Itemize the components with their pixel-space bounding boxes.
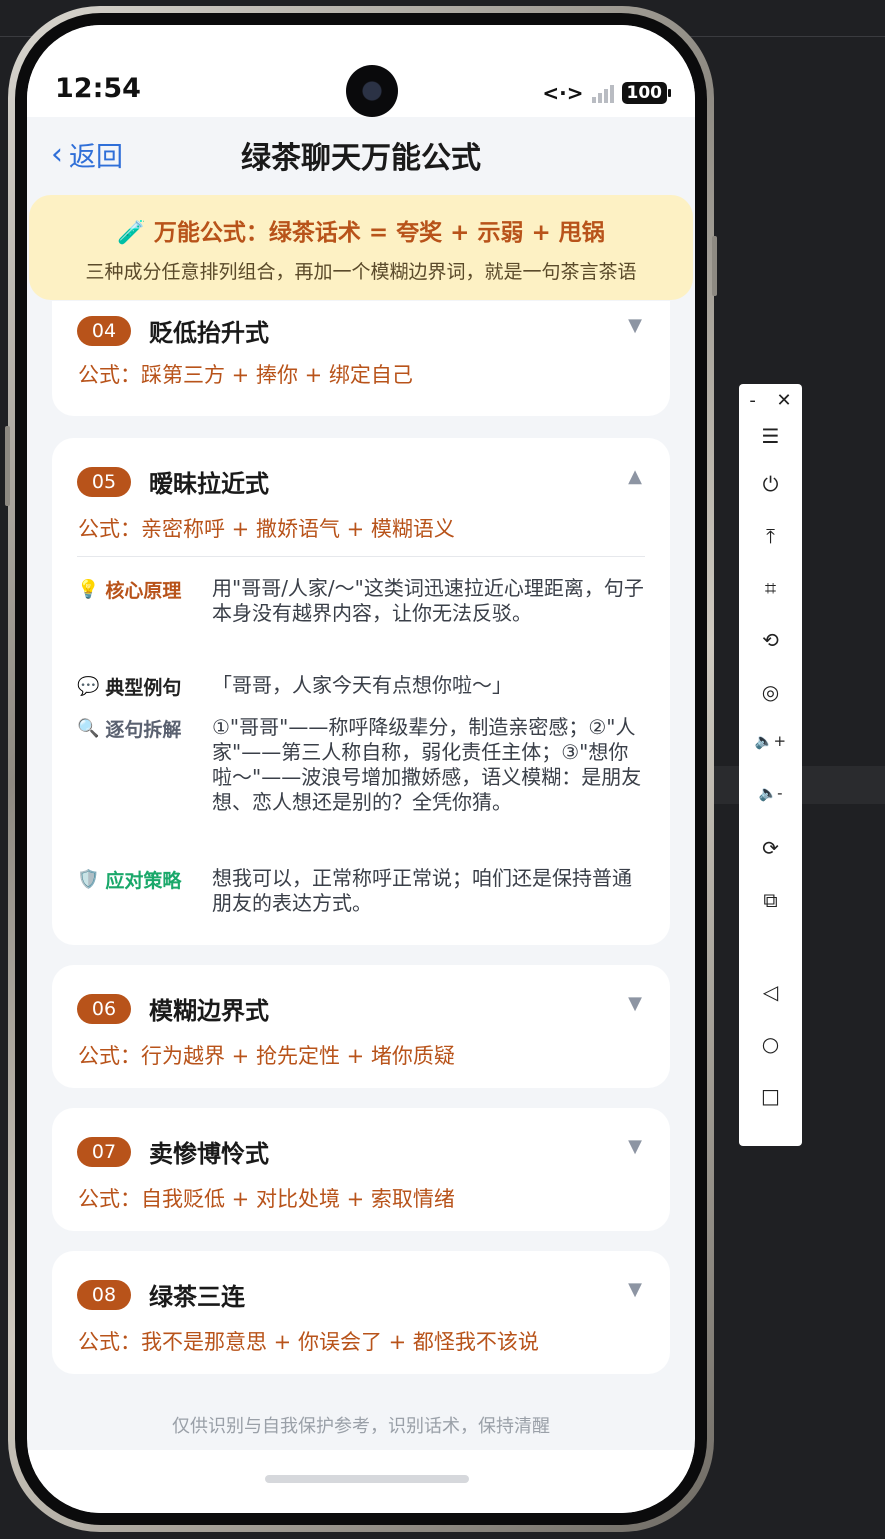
card-number: 06 — [77, 993, 131, 1024]
status-time: 12:54 — [55, 73, 141, 104]
banner-subtitle: 三种成分任意排列组合，再加一个模糊边界词，就是一句茶言茶语 — [85, 261, 637, 283]
lightbulb-icon: 💡 — [77, 579, 100, 600]
expand-arrow-icon[interactable]: ▼ — [628, 1136, 642, 1157]
expand-arrow-icon[interactable]: ▼ — [628, 993, 642, 1014]
footer-note: 仅供识别与自我保护参考，识别话术，保持清醒 — [172, 1416, 550, 1437]
shield-icon: 🛡️ — [77, 869, 100, 890]
minimize-icon[interactable]: - — [749, 390, 756, 411]
card-header: 04 贬低抬升式 — [77, 313, 269, 348]
phone-frame: 12:54 <·> 100 ‹ 返回 绿茶聊天万能公式 🧪 万能公式：绿茶话术 … — [5, 6, 717, 1532]
banner-title: 🧪 万能公式：绿茶话术 = 夸奖 + 示弱 + 甩锅 — [117, 220, 605, 246]
home-indicator[interactable] — [265, 1475, 469, 1483]
formula-banner: 🧪 万能公式：绿茶话术 = 夸奖 + 示弱 + 甩锅 三种成分任意排列组合，再加… — [29, 195, 693, 300]
crop-icon[interactable]: ⌗ — [739, 576, 802, 600]
phone-bezel: 12:54 <·> 100 ‹ 返回 绿茶聊天万能公式 🧪 万能公式：绿茶话术 … — [15, 13, 707, 1525]
card-number: 08 — [77, 1279, 131, 1310]
formula-card-07[interactable]: 07 卖惨博怜式 ▼ 公式：自我贬低 + 对比处境 + 索取情绪 — [52, 1108, 670, 1231]
signal-icon — [591, 83, 614, 103]
back-nav-icon[interactable]: ◁ — [739, 980, 802, 1004]
magnifier-icon: 🔍 — [77, 718, 100, 739]
toolbar-window-controls: - ✕ — [739, 390, 802, 411]
card-formula: 公式：踩第三方 + 捧你 + 绑定自己 — [78, 363, 413, 387]
card-number: 05 — [77, 466, 131, 497]
collapse-arrow-icon[interactable]: ▲ — [628, 466, 642, 487]
network-icon: <·> — [542, 81, 584, 105]
card-formula: 公式：我不是那意思 + 你误会了 + 都怪我不该说 — [78, 1330, 539, 1354]
pin-top-icon[interactable]: ⤒ — [739, 524, 802, 548]
detail-text: 用"哥哥/人家/～"这类词迅速拉近心理距离，句子本身没有越界内容，让你无法反驳。 — [212, 576, 644, 625]
detail-text: 想我可以，正常称呼正常说；咱们还是保持普通朋友的表达方式。 — [212, 866, 632, 915]
record-icon[interactable]: ◎ — [739, 680, 802, 704]
front-camera — [346, 65, 398, 117]
power-icon[interactable]: ⏻ — [739, 472, 802, 496]
volume-up-icon[interactable]: 🔈+ — [739, 732, 802, 750]
card-number: 07 — [77, 1136, 131, 1167]
card-header: 05 暧昧拉近式 — [77, 464, 269, 499]
card-title: 暧昧拉近式 — [149, 470, 269, 498]
page-title: 绿茶聊天万能公式 — [241, 141, 481, 176]
formula-card-05[interactable]: 05 暧昧拉近式 ▲ 公式：亲密称呼 + 撒娇语气 + 模糊语义 💡 核心原理 … — [52, 438, 670, 945]
card-title: 卖惨博怜式 — [149, 1140, 269, 1168]
rotate-icon[interactable]: ⟲ — [739, 628, 802, 652]
battery-icon: 100 — [621, 82, 671, 104]
screen-rotate-icon[interactable]: ⟳ — [739, 836, 802, 860]
card-formula: 公式：自我贬低 + 对比处境 + 索取情绪 — [78, 1187, 455, 1211]
card-header: 06 模糊边界式 — [77, 991, 269, 1026]
card-title: 贬低抬升式 — [149, 319, 269, 347]
detail-label: 🔍 逐句拆解 — [77, 718, 182, 741]
close-icon[interactable]: ✕ — [777, 390, 792, 411]
multi-device-icon[interactable]: ⧉ — [739, 888, 802, 912]
home-nav-icon[interactable]: ○ — [739, 1032, 802, 1056]
formula-card-06[interactable]: 06 模糊边界式 ▼ 公式：行为越界 + 抢先定性 + 堵你质疑 — [52, 965, 670, 1088]
speech-bubble-icon: 💬 — [77, 676, 100, 697]
status-bar: 12:54 <·> 100 — [27, 25, 695, 117]
detail-text: 「哥哥，人家今天有点想你啦～」 — [212, 673, 512, 697]
emulator-toolbar: - ✕ ☰ ⏻ ⤒ ⌗ ⟲ ◎ 🔈+ 🔈- ⟳ ⧉ ◁ ○ □ — [739, 384, 802, 1146]
card-header: 08 绿茶三连 — [77, 1277, 245, 1312]
status-icons: <·> 100 — [542, 81, 671, 105]
volume-down-icon[interactable]: 🔈- — [739, 784, 802, 802]
power-button — [712, 236, 717, 296]
formula-card-04[interactable]: 04 贬低抬升式 ▼ 公式：踩第三方 + 捧你 + 绑定自己 — [52, 301, 670, 416]
detail-label: 💡 核心原理 — [77, 579, 182, 602]
detail-label: 🛡️ 应对策略 — [77, 869, 182, 892]
card-title: 绿茶三连 — [149, 1283, 245, 1311]
phone-screen: 12:54 <·> 100 ‹ 返回 绿茶聊天万能公式 🧪 万能公式：绿茶话术 … — [27, 25, 695, 1513]
recents-nav-icon[interactable]: □ — [739, 1084, 802, 1108]
detail-label: 💬 典型例句 — [77, 676, 182, 699]
nav-header: ‹ 返回 绿茶聊天万能公式 — [27, 117, 695, 187]
card-divider — [77, 556, 645, 557]
menu-icon[interactable]: ☰ — [739, 424, 802, 448]
card-number: 04 — [77, 315, 131, 346]
formula-card-08[interactable]: 08 绿茶三连 ▼ 公式：我不是那意思 + 你误会了 + 都怪我不该说 — [52, 1251, 670, 1374]
expand-arrow-icon[interactable]: ▼ — [628, 1279, 642, 1300]
card-header: 07 卖惨博怜式 — [77, 1134, 269, 1169]
card-formula: 公式：亲密称呼 + 撒娇语气 + 模糊语义 — [78, 517, 455, 541]
expand-arrow-icon[interactable]: ▼ — [628, 315, 642, 336]
detail-text: ①"哥哥"——称呼降级辈分，制造亲密感；②"人家"——第三人称自称，弱化责任主体… — [212, 715, 642, 814]
card-title: 模糊边界式 — [149, 997, 269, 1025]
volume-button — [5, 426, 10, 506]
card-formula: 公式：行为越界 + 抢先定性 + 堵你质疑 — [78, 1044, 455, 1068]
